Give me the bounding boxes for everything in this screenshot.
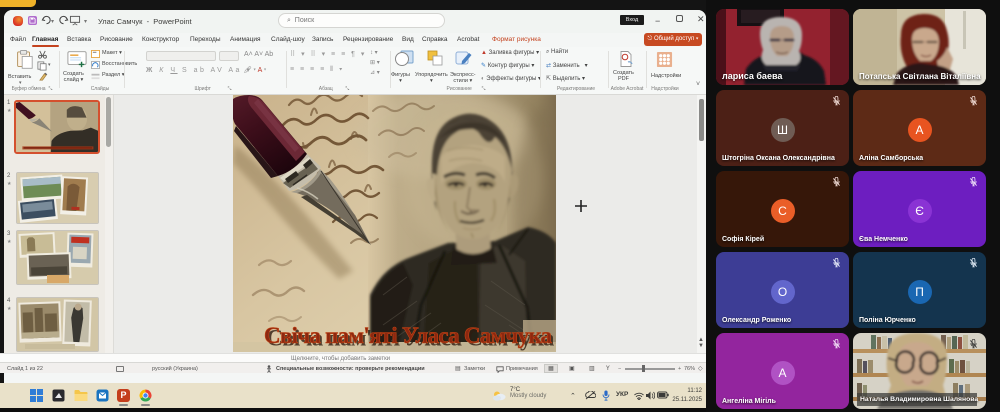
svg-text:Свіча пам'яті Уласа Самчука: Свіча пам'яті Уласа Самчука	[264, 323, 553, 348]
